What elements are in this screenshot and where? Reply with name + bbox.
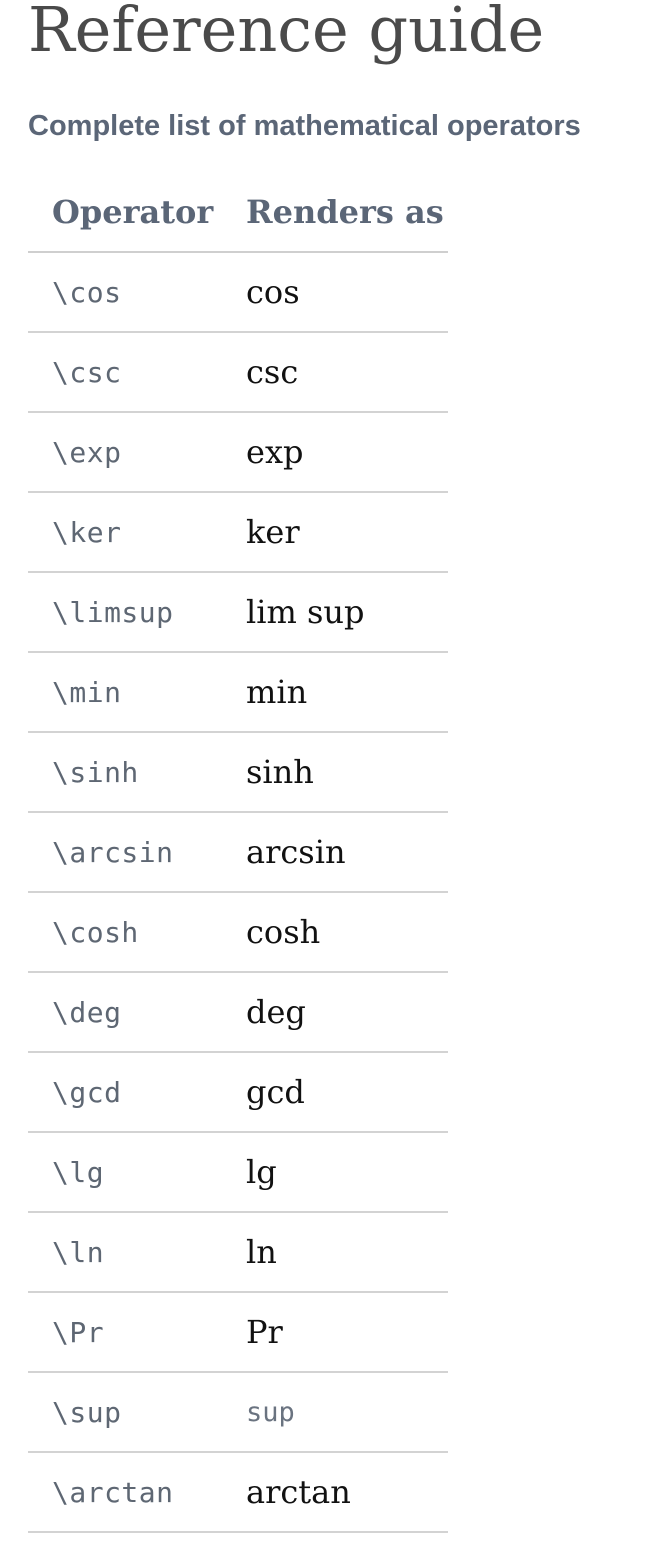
operator-cell: \sup — [28, 1372, 246, 1453]
operator-cell: \arcsin — [28, 812, 246, 893]
operator-cell: \exp — [28, 412, 246, 493]
rendered-cell: csc — [246, 332, 448, 413]
rendered-cell: arctan — [246, 1452, 448, 1533]
rendered-operator: sinh — [246, 753, 314, 791]
rendered-cell: ker — [246, 492, 448, 573]
table-row: \arcsin arcsin — [28, 812, 448, 893]
operator-cell: \ln — [28, 1212, 246, 1293]
operator-cell: \cos — [28, 252, 246, 333]
operator-code: \cos — [52, 275, 122, 309]
page-title: Reference guide — [28, 0, 545, 66]
header-renders-as: Renders as — [246, 172, 448, 253]
operator-code: \arctan — [52, 1475, 174, 1509]
rendered-operator: ln — [246, 1233, 277, 1271]
rendered-operator: sup — [246, 1396, 295, 1428]
table-row: \deg deg — [28, 972, 448, 1053]
table-row: \sinh sinh — [28, 732, 448, 813]
operator-cell: \csc — [28, 332, 246, 413]
rendered-operator: cos — [246, 273, 300, 311]
operators-table: Operator Renders as \cos cos \csc csc \exp ex… — [28, 172, 448, 1533]
operator-code: \cosh — [52, 915, 139, 949]
operator-cell: \cosh — [28, 892, 246, 973]
operator-code: \sinh — [52, 755, 139, 789]
rendered-operator: arctan — [246, 1473, 351, 1511]
rendered-cell: lim sup — [246, 572, 448, 653]
operator-code: \gcd — [52, 1075, 122, 1109]
table-row: \limsup lim sup — [28, 572, 448, 653]
rendered-cell: ln — [246, 1212, 448, 1293]
operator-code: \exp — [52, 435, 122, 469]
table-row: \ln ln — [28, 1212, 448, 1293]
operator-code: \ln — [52, 1235, 105, 1269]
table-row: \cosh cosh — [28, 892, 448, 973]
rendered-operator: deg — [246, 993, 306, 1031]
rendered-cell: cos — [246, 252, 448, 333]
operator-code: \limsup — [52, 595, 174, 629]
operator-code: \sup — [52, 1395, 122, 1429]
operator-cell: \ker — [28, 492, 246, 573]
rendered-cell: deg — [246, 972, 448, 1053]
table-row: \lg lg — [28, 1132, 448, 1213]
operator-code: \arcsin — [52, 835, 174, 869]
table-row: \cos cos — [28, 252, 448, 333]
rendered-operator: lim sup — [246, 593, 365, 631]
table-row: \gcd gcd — [28, 1052, 448, 1133]
table-row: \arctan arctan — [28, 1452, 448, 1533]
operator-cell: \min — [28, 652, 246, 733]
rendered-operator: arcsin — [246, 833, 346, 871]
rendered-cell: cosh — [246, 892, 448, 973]
rendered-cell: Pr — [246, 1292, 448, 1373]
table-row: \exp exp — [28, 412, 448, 493]
rendered-operator: lg — [246, 1153, 277, 1191]
operator-code: \ker — [52, 515, 122, 549]
table-row: \min min — [28, 652, 448, 733]
operator-cell: \gcd — [28, 1052, 246, 1133]
rendered-cell: sinh — [246, 732, 448, 813]
operator-code: \min — [52, 675, 122, 709]
rendered-cell: arcsin — [246, 812, 448, 893]
operator-cell: \arctan — [28, 1452, 246, 1533]
rendered-cell: min — [246, 652, 448, 733]
operator-cell: \Pr — [28, 1292, 246, 1373]
rendered-operator: exp — [246, 433, 304, 471]
rendered-operator: Pr — [246, 1313, 283, 1351]
table-row: \csc csc — [28, 332, 448, 413]
rendered-operator: min — [246, 673, 308, 711]
rendered-cell: gcd — [246, 1052, 448, 1133]
rendered-cell: exp — [246, 412, 448, 493]
operator-cell: \deg — [28, 972, 246, 1053]
rendered-cell: lg — [246, 1132, 448, 1213]
page-subtitle: Complete list of mathematical operators — [28, 110, 581, 142]
table-header: Operator Renders as — [28, 172, 448, 253]
table-body: \cos cos \csc csc \exp exp \ker ker \limsup lim s… — [28, 252, 448, 1533]
rendered-operator: csc — [246, 353, 299, 391]
rendered-operator: gcd — [246, 1073, 305, 1111]
operator-cell: \limsup — [28, 572, 246, 653]
header-row: Operator Renders as — [28, 172, 448, 253]
table-row: \ker ker — [28, 492, 448, 573]
operator-code: \deg — [52, 995, 122, 1029]
operator-cell: \sinh — [28, 732, 246, 813]
operator-code: \Pr — [52, 1315, 105, 1349]
rendered-operator: cosh — [246, 913, 321, 951]
operator-code: \csc — [52, 355, 122, 389]
operator-code: \lg — [52, 1155, 105, 1189]
table-row: \sup sup — [28, 1372, 448, 1453]
header-operator: Operator — [28, 172, 246, 253]
rendered-operator: ker — [246, 513, 300, 551]
table-row: \Pr Pr — [28, 1292, 448, 1373]
rendered-cell: sup — [246, 1372, 448, 1453]
operator-cell: \lg — [28, 1132, 246, 1213]
